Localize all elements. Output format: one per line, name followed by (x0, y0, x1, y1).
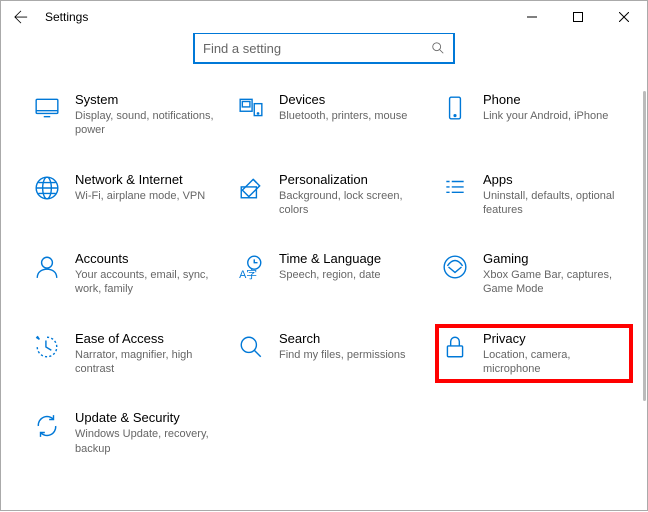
time-language-icon: A字 (237, 253, 265, 281)
title-bar: Settings (1, 1, 647, 33)
search-box[interactable] (194, 33, 454, 63)
svg-text:A字: A字 (239, 267, 257, 280)
personalization-icon (237, 174, 265, 202)
close-button[interactable] (601, 1, 647, 33)
tile-devices[interactable]: Devices Bluetooth, printers, mouse (235, 89, 425, 141)
tile-subtitle: Uninstall, defaults, optional features (483, 189, 627, 218)
window-controls (509, 1, 647, 33)
ease-of-access-icon (33, 333, 61, 361)
tile-apps[interactable]: Apps Uninstall, defaults, optional featu… (439, 169, 629, 221)
apps-icon (441, 174, 469, 202)
gaming-icon (441, 253, 469, 281)
scrollbar[interactable] (638, 91, 646, 511)
tile-title: Apps (483, 172, 627, 187)
tile-title: Gaming (483, 251, 627, 266)
phone-icon (441, 94, 469, 122)
tile-network[interactable]: Network & Internet Wi-Fi, airplane mode,… (31, 169, 221, 221)
tile-title: Ease of Access (75, 331, 219, 346)
search-icon (431, 41, 445, 55)
tile-subtitle: Find my files, permissions (279, 348, 406, 362)
scrollbar-thumb[interactable] (643, 91, 646, 401)
tile-search[interactable]: Search Find my files, permissions (235, 328, 425, 380)
settings-grid: System Display, sound, notifications, po… (1, 89, 647, 459)
tile-title: Personalization (279, 172, 423, 187)
tile-subtitle: Location, camera, microphone (483, 348, 627, 377)
system-icon (33, 94, 61, 122)
search-container (1, 33, 647, 63)
close-icon (619, 12, 629, 22)
tile-title: Accounts (75, 251, 219, 266)
tile-time-language[interactable]: A字 Time & Language Speech, region, date (235, 248, 425, 300)
tile-subtitle: Background, lock screen, colors (279, 189, 423, 218)
tile-title: Phone (483, 92, 608, 107)
tile-subtitle: Xbox Game Bar, captures, Game Mode (483, 268, 627, 297)
tile-system[interactable]: System Display, sound, notifications, po… (31, 89, 221, 141)
maximize-button[interactable] (555, 1, 601, 33)
content-area: System Display, sound, notifications, po… (1, 33, 647, 512)
window-title: Settings (45, 10, 88, 24)
tile-subtitle: Display, sound, notifications, power (75, 109, 219, 138)
tile-title: Time & Language (279, 251, 381, 266)
minimize-icon (527, 12, 537, 22)
tile-subtitle: Speech, region, date (279, 268, 381, 282)
accounts-icon (33, 253, 61, 281)
devices-icon (237, 94, 265, 122)
tile-gaming[interactable]: Gaming Xbox Game Bar, captures, Game Mod… (439, 248, 629, 300)
tile-ease-of-access[interactable]: Ease of Access Narrator, magnifier, high… (31, 328, 221, 380)
back-button[interactable] (5, 1, 37, 33)
back-arrow-icon (14, 10, 28, 24)
tile-title: Network & Internet (75, 172, 205, 187)
tile-subtitle: Windows Update, recovery, backup (75, 427, 219, 456)
tile-privacy[interactable]: Privacy Location, camera, microphone (439, 328, 629, 380)
update-icon (33, 412, 61, 440)
tile-title: Update & Security (75, 410, 219, 425)
tile-personalization[interactable]: Personalization Background, lock screen,… (235, 169, 425, 221)
maximize-icon (573, 12, 583, 22)
globe-icon (33, 174, 61, 202)
tile-title: Search (279, 331, 406, 346)
search-input[interactable] (203, 41, 431, 56)
tile-subtitle: Link your Android, iPhone (483, 109, 608, 123)
tile-update-security[interactable]: Update & Security Windows Update, recove… (31, 407, 221, 459)
tile-title: Privacy (483, 331, 627, 346)
tile-title: System (75, 92, 219, 107)
search-tile-icon (237, 333, 265, 361)
tile-subtitle: Wi-Fi, airplane mode, VPN (75, 189, 205, 203)
tile-subtitle: Your accounts, email, sync, work, family (75, 268, 219, 297)
lock-icon (441, 333, 469, 361)
minimize-button[interactable] (509, 1, 555, 33)
tile-phone[interactable]: Phone Link your Android, iPhone (439, 89, 629, 141)
tile-subtitle: Narrator, magnifier, high contrast (75, 348, 219, 377)
tile-title: Devices (279, 92, 407, 107)
tile-subtitle: Bluetooth, printers, mouse (279, 109, 407, 123)
tile-accounts[interactable]: Accounts Your accounts, email, sync, wor… (31, 248, 221, 300)
